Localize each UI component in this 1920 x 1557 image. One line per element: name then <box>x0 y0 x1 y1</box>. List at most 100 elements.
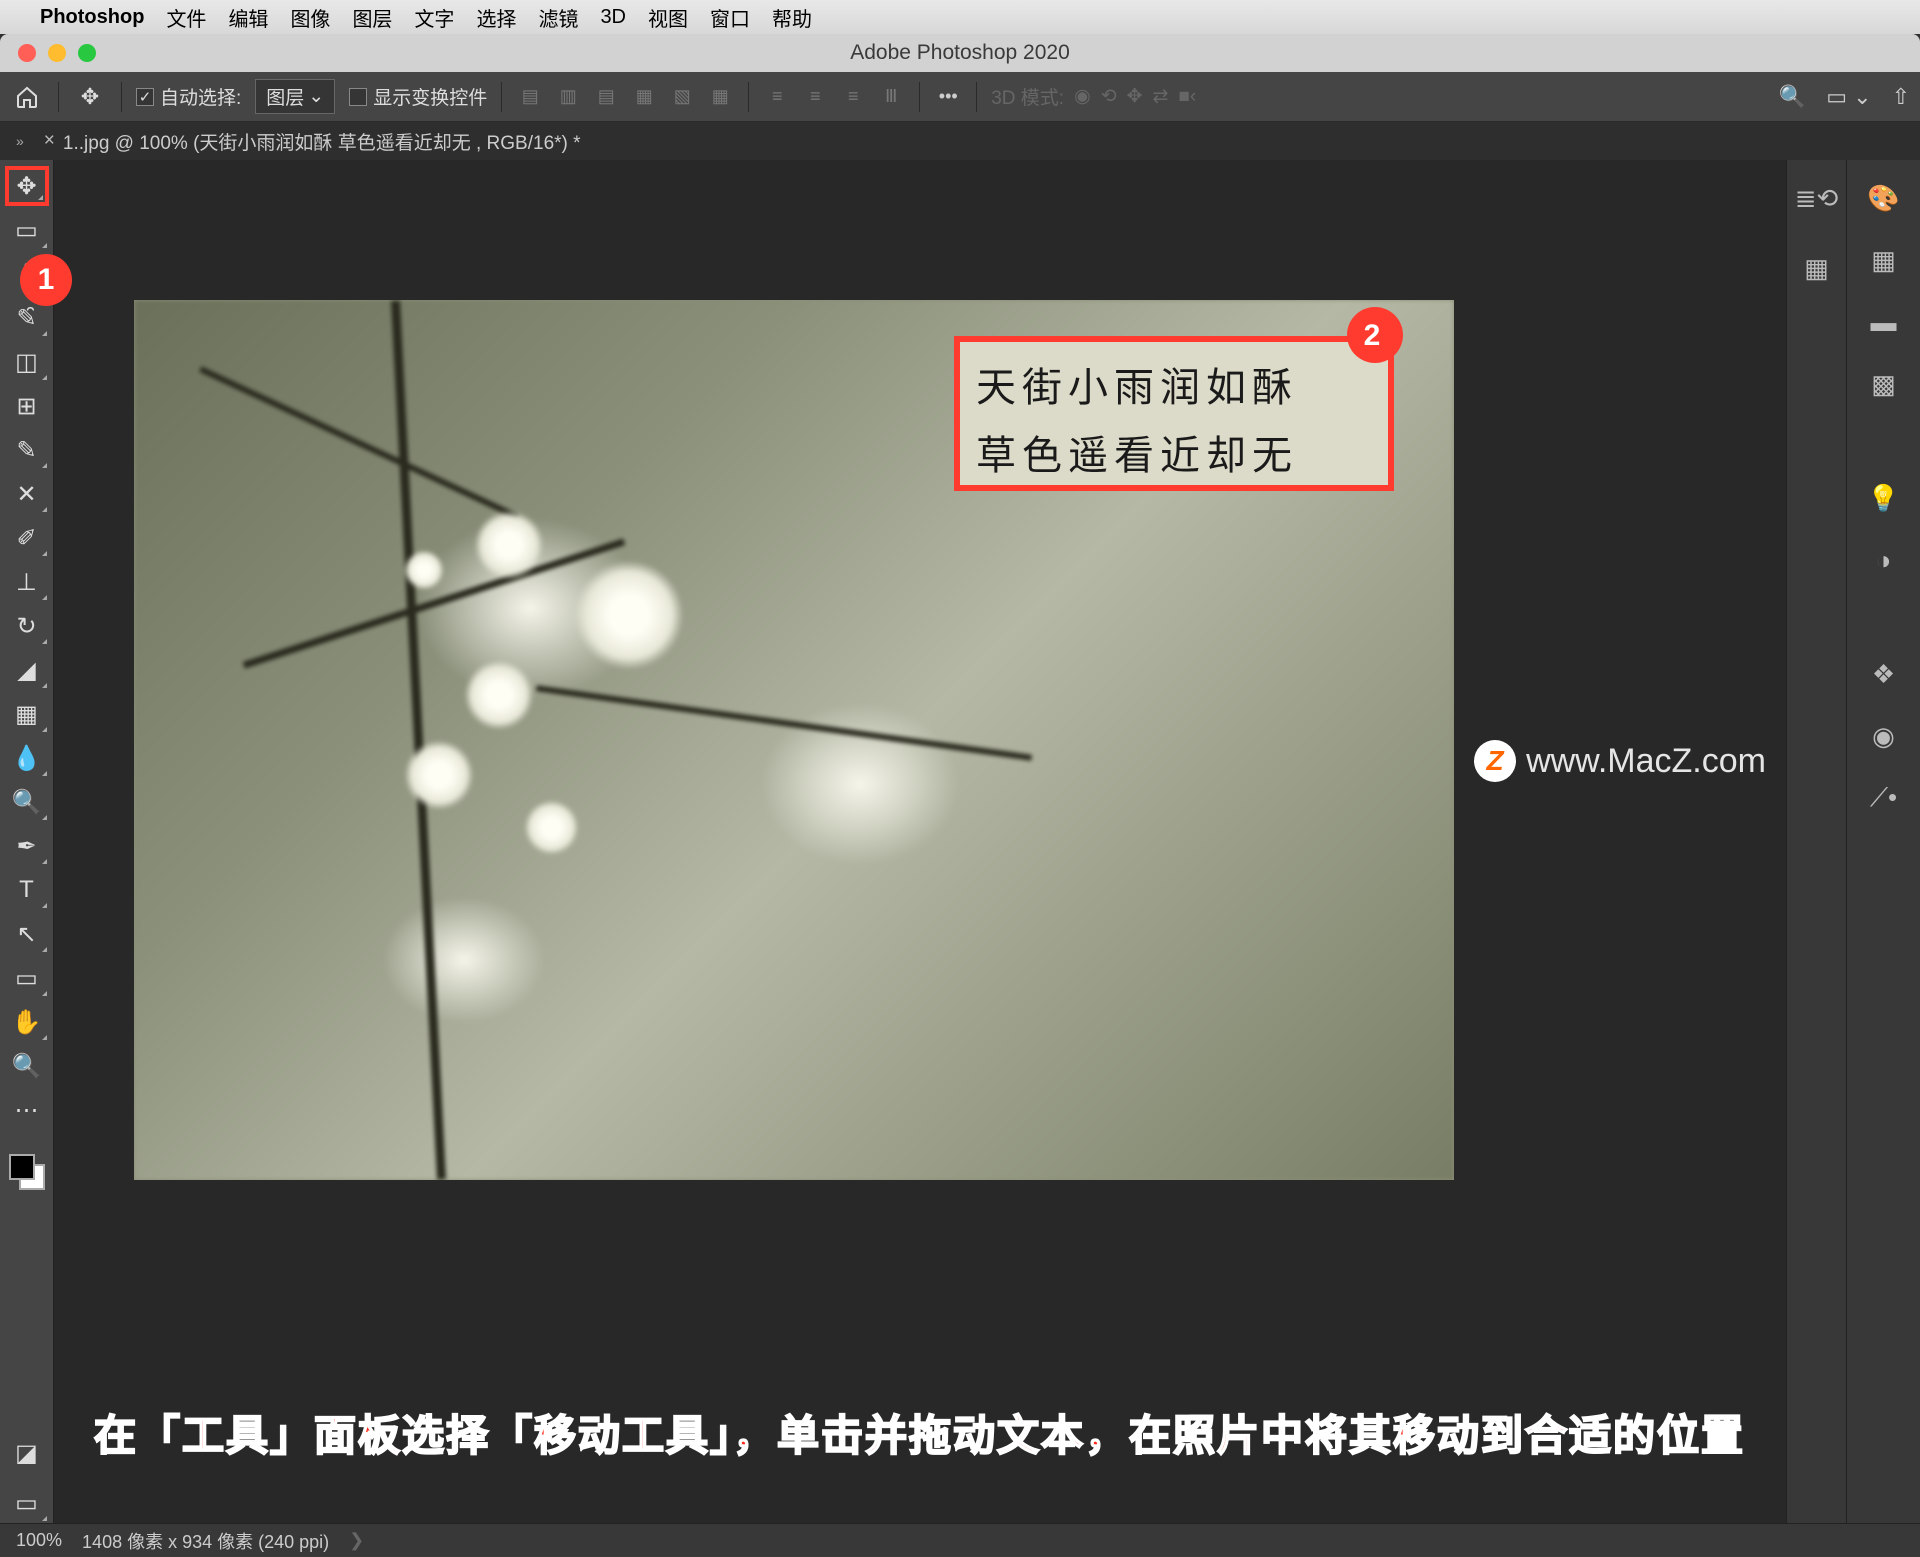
libraries-panel-icon[interactable]: ▦ <box>1797 248 1837 288</box>
show-transform-controls-checkbox[interactable]: 显示变换控件 <box>349 83 487 110</box>
status-bar: 100% 1408 像素 x 934 像素 (240 ppi) ❯ <box>0 1523 1920 1557</box>
screen-mode[interactable]: ▭ <box>5 1483 49 1523</box>
menu-filter[interactable]: 滤镜 <box>538 3 578 32</box>
auto-select-checkbox[interactable]: ✓ 自动选择: <box>136 83 241 110</box>
share-icon[interactable]: ⇧ <box>1892 84 1910 110</box>
options-bar: ✥ ✓ 自动选择: 图层 ⌄ 显示变换控件 ▤ ▥ ▤ ▦ ▧ ▦ ≡ ≡ ≡ … <box>0 72 1920 122</box>
menu-edit[interactable]: 编辑 <box>228 3 268 32</box>
eyedropper-tool[interactable]: ✎ <box>5 430 49 470</box>
move-tool[interactable]: ✥ <box>5 166 49 206</box>
brush-tool[interactable]: ✐ <box>5 518 49 558</box>
zoom-tool[interactable]: 🔍 <box>5 1046 49 1086</box>
path-selection-tool[interactable]: ↖ <box>5 914 49 954</box>
history-brush-tool[interactable]: ↻ <box>5 606 49 646</box>
distribute-left-icon[interactable]: Ⅲ <box>877 83 905 111</box>
toolbar-more-icon[interactable]: ⋯ <box>5 1090 49 1130</box>
menu-view[interactable]: 视图 <box>648 3 688 32</box>
marquee-tool[interactable]: ▭ <box>5 210 49 250</box>
canvas-area[interactable]: 天街小雨润如酥 草色遥看近却无 2 Z www.MacZ.com 在「工具」面板… <box>54 160 1786 1523</box>
divider <box>58 82 59 112</box>
color-panel-icon[interactable]: 🎨 <box>1864 178 1904 218</box>
menu-3d[interactable]: 3D <box>600 6 626 29</box>
search-icon[interactable]: 🔍 <box>1779 84 1806 110</box>
checkbox-icon: ✓ <box>136 88 154 106</box>
gradients-panel-icon[interactable]: ▬ <box>1864 302 1904 342</box>
3d-slide-icon[interactable]: ⇄ <box>1153 85 1169 108</box>
healing-brush-tool[interactable]: ✕ <box>5 474 49 514</box>
window-controls <box>18 44 96 62</box>
window-zoom-button[interactable] <box>78 44 96 62</box>
divider <box>748 82 749 112</box>
text-layer[interactable]: 天街小雨润如酥 草色遥看近却无 2 <box>954 336 1394 491</box>
dodge-tool[interactable]: 🔍 <box>5 782 49 822</box>
gradient-tool[interactable]: ▦ <box>5 694 49 734</box>
quick-mask-mode[interactable]: ◪ <box>5 1433 49 1473</box>
divider <box>919 82 920 112</box>
auto-select-target-dropdown[interactable]: 图层 ⌄ <box>255 79 335 114</box>
eraser-tool[interactable]: ◢ <box>5 650 49 690</box>
menu-select[interactable]: 选择 <box>476 3 516 32</box>
menu-image[interactable]: 图像 <box>290 3 330 32</box>
document-dimensions[interactable]: 1408 像素 x 934 像素 (240 ppi) <box>82 1528 329 1554</box>
history-panel-icon[interactable]: ≣⟲ <box>1797 178 1837 218</box>
distribute-vcenter-icon[interactable]: ≡ <box>801 83 829 111</box>
menu-type[interactable]: 文字 <box>414 3 454 32</box>
3d-pan-icon[interactable]: ✥ <box>1127 85 1143 108</box>
status-bar-arrow-icon[interactable]: ❯ <box>349 1530 364 1551</box>
align-vcenter-icon[interactable]: ▧ <box>668 83 696 111</box>
foreground-background-colors[interactable] <box>9 1154 45 1190</box>
menu-help[interactable]: 帮助 <box>772 3 812 32</box>
swatches-panel-icon[interactable]: ▦ <box>1864 240 1904 280</box>
more-options-button[interactable]: ••• <box>934 83 962 111</box>
document-canvas[interactable]: 天街小雨润如酥 草色遥看近却无 2 <box>134 300 1454 1180</box>
align-bottom-icon[interactable]: ▦ <box>706 83 734 111</box>
right-panel-strip-b: 🎨 ▦ ▬ ▩ 💡 ◑ ❖ ◉ ⟋• <box>1846 160 1920 1523</box>
window-minimize-button[interactable] <box>48 44 66 62</box>
properties-panel-icon[interactable]: 💡 <box>1864 478 1904 518</box>
foreground-color-swatch[interactable] <box>9 1154 35 1180</box>
crop-tool[interactable]: ◫ <box>5 342 49 382</box>
3d-roll-icon[interactable]: ⟲ <box>1101 85 1117 108</box>
dropdown-value: 图层 <box>266 83 304 110</box>
watermark-text: www.MacZ.com <box>1526 742 1766 781</box>
paths-panel-icon[interactable]: ⟋• <box>1864 778 1904 818</box>
distribute-top-icon[interactable]: ≡ <box>763 83 791 111</box>
window-close-button[interactable] <box>18 44 36 62</box>
adjustments-panel-icon[interactable]: ◑ <box>1864 540 1904 580</box>
pen-tool[interactable]: ✒ <box>5 826 49 866</box>
3d-zoom-icon[interactable]: ■‹ <box>1178 86 1196 108</box>
frame-tool[interactable]: ⊞ <box>5 386 49 426</box>
hand-tool[interactable]: ✋ <box>5 1002 49 1042</box>
document-tab-title[interactable]: 1..jpg @ 100% (天街小雨润如酥 草色遥看近却无 , RGB/16*… <box>63 128 581 155</box>
align-left-icon[interactable]: ▤ <box>516 83 544 111</box>
menu-file[interactable]: 文件 <box>166 3 206 32</box>
channels-panel-icon[interactable]: ◉ <box>1864 716 1904 756</box>
expand-tabs-icon[interactable]: » <box>16 133 24 149</box>
align-hcenter-icon[interactable]: ▥ <box>554 83 582 111</box>
instruction-annotation: 在「工具」面板选择「移动工具」，单击并拖动文本，在照片中将其移动到合适的位置 <box>94 1402 1745 1463</box>
text-line-1: 天街小雨润如酥 <box>976 354 1372 422</box>
align-right-icon[interactable]: ▤ <box>592 83 620 111</box>
menu-layer[interactable]: 图层 <box>352 3 392 32</box>
app-window: Adobe Photoshop 2020 ✥ ✓ 自动选择: 图层 ⌄ 显示变换… <box>0 34 1920 1557</box>
tab-close-button[interactable]: × <box>44 130 55 152</box>
tools-panel: ✥ ▭ ⌇ ✎̑ ◫ ⊞ ✎ ✕ ✐ ⊥ ↻ ◢ ▦ 💧 🔍 ✒ T ↖ ▭ ✋… <box>0 160 54 1523</box>
align-top-icon[interactable]: ▦ <box>630 83 658 111</box>
menubar-app-name[interactable]: Photoshop <box>40 6 144 29</box>
layers-panel-icon[interactable]: ❖ <box>1864 654 1904 694</box>
rectangle-tool[interactable]: ▭ <box>5 958 49 998</box>
blur-tool[interactable]: 💧 <box>5 738 49 778</box>
3d-orbit-icon[interactable]: ◉ <box>1074 85 1091 108</box>
distribute-buttons-group: ≡ ≡ ≡ Ⅲ <box>763 83 905 111</box>
workspace-switcher-icon[interactable]: ▭ ⌄ <box>1826 84 1871 110</box>
zoom-level[interactable]: 100% <box>16 1530 62 1551</box>
distribute-bottom-icon[interactable]: ≡ <box>839 83 867 111</box>
menu-window[interactable]: 窗口 <box>710 3 750 32</box>
show-transform-label: 显示变换控件 <box>373 83 487 110</box>
type-tool[interactable]: T <box>5 870 49 910</box>
clone-stamp-tool[interactable]: ⊥ <box>5 562 49 602</box>
auto-select-label: 自动选择: <box>160 83 241 110</box>
home-button[interactable] <box>10 80 44 114</box>
divider <box>501 82 502 112</box>
patterns-panel-icon[interactable]: ▩ <box>1864 364 1904 404</box>
